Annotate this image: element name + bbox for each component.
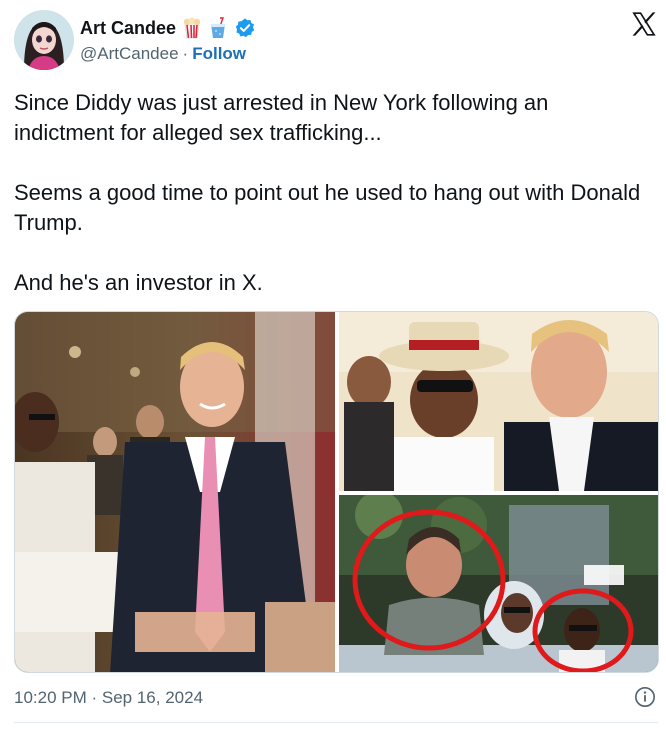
author-handle[interactable]: @ArtCandee bbox=[80, 44, 179, 64]
x-logo-icon[interactable] bbox=[630, 10, 658, 38]
author-name-row: Art Candee bbox=[80, 16, 256, 40]
separator-dot: · bbox=[182, 44, 189, 63]
drink-cup-icon bbox=[211, 17, 226, 38]
photo-musk-diddy-circled[interactable] bbox=[339, 495, 658, 672]
info-icon[interactable] bbox=[634, 686, 656, 708]
author-name[interactable]: Art Candee bbox=[80, 18, 176, 39]
tweet-timestamp[interactable]: 10:20 PM · Sep 16, 2024 bbox=[14, 688, 203, 708]
popcorn-icon bbox=[183, 17, 201, 39]
media-grid bbox=[14, 311, 659, 673]
photo-diddy-trump-hat[interactable] bbox=[339, 312, 658, 491]
tweet-text: Since Diddy was just arrested in New Yor… bbox=[14, 90, 641, 295]
verified-badge-icon bbox=[235, 18, 255, 38]
avatar-image bbox=[14, 10, 74, 70]
author-handle-row: @ArtCandee · Follow bbox=[80, 44, 246, 64]
tweet-footer: 10:20 PM · Sep 16, 2024 bbox=[14, 686, 658, 710]
tweet-header: Art Candee @ArtCandee · Follow bbox=[14, 10, 658, 72]
footer-divider bbox=[14, 722, 658, 723]
follow-button[interactable]: Follow bbox=[192, 44, 246, 64]
avatar[interactable] bbox=[14, 10, 74, 70]
photo-trump-diddy-event[interactable] bbox=[15, 312, 335, 672]
